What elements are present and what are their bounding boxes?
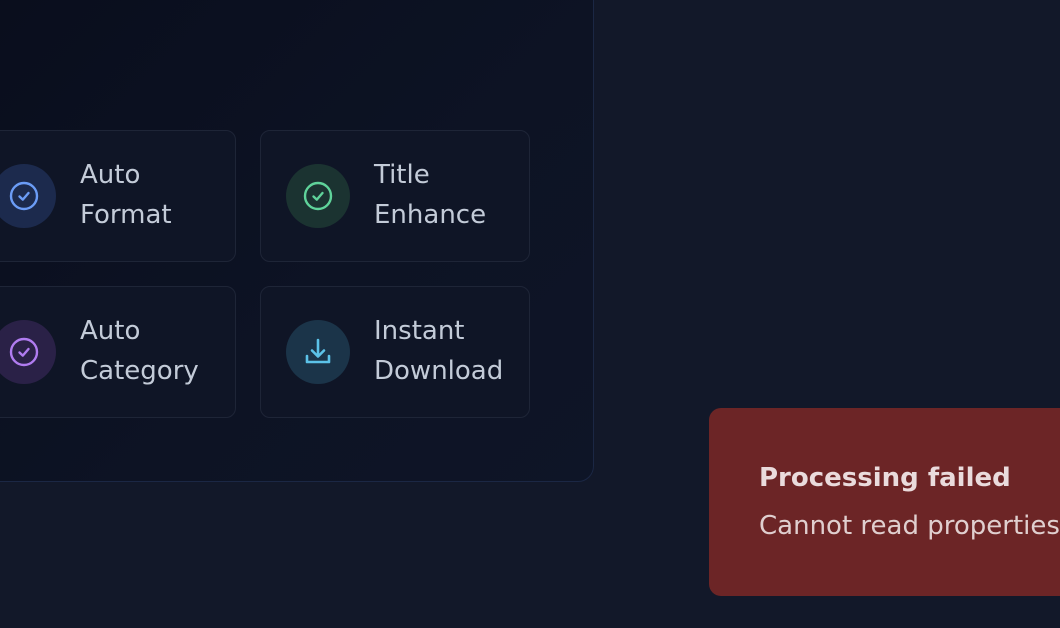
- feature-label-line2: Download: [374, 356, 504, 386]
- feature-label-line2: Format: [80, 200, 172, 230]
- check-circle-icon: [303, 181, 333, 211]
- icon-badge: [0, 320, 56, 384]
- feature-label-line1: Instant: [374, 316, 465, 346]
- feature-label: Title Enhance: [374, 155, 524, 235]
- feature-card-title-enhance: Title Enhance: [260, 130, 530, 262]
- error-toast[interactable]: Processing failed Cannot read properties: [709, 408, 1060, 596]
- feature-label-line2: Enhance: [374, 200, 487, 230]
- icon-badge: [0, 164, 56, 228]
- feature-label-line1: Title: [374, 160, 430, 190]
- icon-badge: [286, 164, 350, 228]
- feature-label: Instant Download: [374, 311, 524, 391]
- feature-label: Auto Category: [80, 311, 230, 391]
- feature-card-instant-download: Instant Download: [260, 286, 530, 418]
- download-icon: [305, 338, 331, 364]
- feature-label-line1: Auto: [80, 160, 141, 190]
- feature-label-line1: Auto: [80, 316, 141, 346]
- check-circle-icon: [9, 337, 39, 367]
- feature-card-auto-category: Auto Category: [0, 286, 236, 418]
- feature-card-auto-format: Auto Format: [0, 130, 236, 262]
- check-circle-icon: [9, 181, 39, 211]
- icon-badge: [286, 320, 350, 384]
- toast-message: Cannot read properties: [759, 511, 1060, 541]
- feature-label: Auto Format: [80, 155, 230, 235]
- page: Auto Format Title Enhance Auto Category: [0, 0, 1060, 628]
- toast-title: Processing failed: [759, 463, 1011, 493]
- feature-label-line2: Category: [80, 356, 199, 386]
